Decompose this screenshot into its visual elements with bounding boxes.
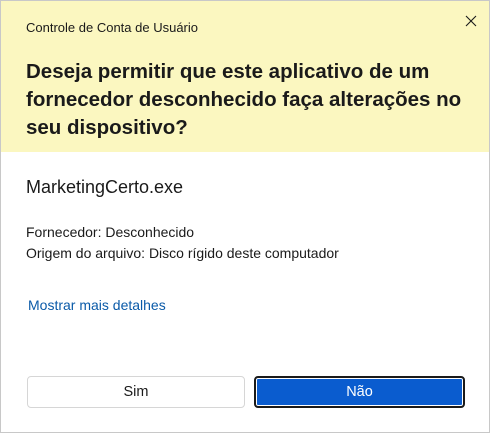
prompt-question: Deseja permitir que este aplicativo de u… xyxy=(26,60,462,139)
file-origin-text: Origem do arquivo: Disco rígido deste co… xyxy=(26,245,339,261)
close-icon xyxy=(465,15,477,27)
app-name: MarketingCerto.exe xyxy=(26,177,184,197)
publisher-text: Fornecedor: Desconhecido xyxy=(26,224,195,240)
window-title: Controle de Conta de Usuário xyxy=(26,20,198,35)
show-more-details-link[interactable]: Mostrar mais detalhes xyxy=(28,297,166,313)
close-button[interactable] xyxy=(453,7,489,35)
no-button[interactable]: Não xyxy=(254,376,465,408)
uac-dialog: Controle de Conta de Usuário Deseja perm… xyxy=(0,0,490,433)
yes-button[interactable]: Sim xyxy=(27,376,245,408)
